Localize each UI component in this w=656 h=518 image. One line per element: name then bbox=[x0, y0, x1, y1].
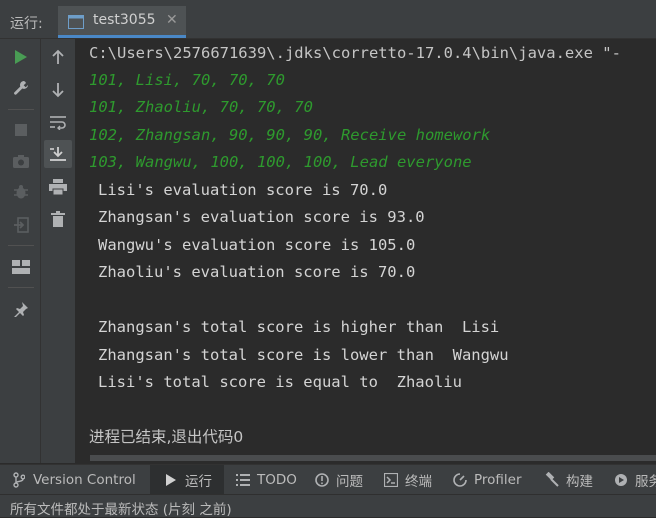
exit-icon[interactable] bbox=[8, 213, 34, 237]
status-message: 所有文件都处于最新状态 (片刻 之前) bbox=[10, 502, 232, 518]
branch-icon bbox=[10, 472, 28, 488]
tab-profiler[interactable]: Profiler bbox=[451, 465, 522, 495]
output-line: Zhangsan's evaluation score is 93.0 bbox=[98, 208, 425, 226]
tab-label: 终端 bbox=[405, 474, 432, 490]
run-toolbar-secondary bbox=[41, 39, 76, 463]
run-window-header: 运行: test3055 ✕ bbox=[0, 6, 656, 39]
exit-message: 进程已结束,退出代码0 bbox=[89, 428, 244, 446]
list-icon bbox=[234, 474, 252, 486]
console-output[interactable]: C:\Users\2576671639\.jdks\corretto-17.0.… bbox=[76, 39, 656, 463]
tab-terminal[interactable]: 终端 bbox=[382, 465, 432, 495]
tab-label: Version Control bbox=[33, 472, 136, 488]
tab-services[interactable]: 服务 bbox=[612, 465, 656, 495]
play-icon bbox=[162, 474, 180, 486]
info-icon bbox=[313, 473, 331, 487]
tab-label: 问题 bbox=[336, 474, 363, 490]
tab-todo[interactable]: TODO bbox=[234, 465, 297, 495]
input-line: 103, Wangwu, 100, 100, 100, Lead everyon… bbox=[89, 153, 472, 171]
tab-build[interactable]: 构建 bbox=[543, 465, 593, 495]
horizontal-scrollbar[interactable] bbox=[90, 455, 656, 461]
run-label: 运行: bbox=[10, 16, 43, 32]
output-line: Wangwu's evaluation score is 105.0 bbox=[98, 236, 416, 254]
trash-icon[interactable] bbox=[45, 207, 71, 231]
pin-icon[interactable] bbox=[8, 297, 34, 321]
tab-problems[interactable]: 问题 bbox=[313, 465, 363, 495]
input-line: 101, Zhaoliu, 70, 70, 70 bbox=[89, 98, 313, 116]
camera-icon[interactable] bbox=[8, 149, 34, 173]
arrow-up-icon[interactable] bbox=[45, 45, 71, 69]
tab-label: TODO bbox=[257, 472, 297, 488]
output-line: Lisi's evaluation score is 70.0 bbox=[98, 181, 388, 199]
wrench-icon[interactable] bbox=[8, 76, 34, 100]
status-bar: 所有文件都处于最新状态 (片刻 之前) bbox=[0, 494, 656, 518]
print-icon[interactable] bbox=[45, 175, 71, 199]
tab-label: 运行 bbox=[185, 474, 212, 490]
run-tab-test3055[interactable]: test3055 ✕ bbox=[58, 6, 186, 38]
profiler-icon bbox=[451, 473, 469, 487]
scroll-to-end-icon[interactable] bbox=[44, 140, 72, 168]
arrow-down-icon[interactable] bbox=[45, 78, 71, 102]
run-toolbar-primary bbox=[0, 39, 41, 463]
services-icon bbox=[612, 473, 630, 487]
tab-label: 服务 bbox=[635, 474, 656, 490]
rerun-icon[interactable] bbox=[8, 45, 34, 69]
tab-run[interactable]: 运行 bbox=[150, 465, 224, 495]
layout-icon[interactable] bbox=[8, 255, 34, 279]
stop-icon[interactable] bbox=[8, 118, 34, 142]
tool-window-bar: Version Control 运行 TODO 问题 终端 Profiler 构… bbox=[0, 464, 656, 495]
output-line: Lisi's total score is equal to Zhaoliu bbox=[98, 373, 462, 391]
tab-version-control[interactable]: Version Control bbox=[10, 465, 144, 495]
terminal-icon bbox=[382, 473, 400, 487]
run-config-icon bbox=[68, 14, 84, 29]
output-line: Zhaoliu's evaluation score is 70.0 bbox=[98, 263, 416, 281]
output-line: Zhangsan's total score is higher than Li… bbox=[98, 318, 500, 336]
input-line: 102, Zhangsan, 90, 90, 90, Receive homew… bbox=[89, 126, 491, 144]
soft-wrap-icon[interactable] bbox=[45, 110, 71, 134]
run-tab-label: test3055 bbox=[93, 12, 156, 28]
input-line: 101, Lisi, 70, 70, 70 bbox=[89, 71, 285, 89]
close-icon[interactable]: ✕ bbox=[166, 12, 178, 28]
debug-bug-icon[interactable] bbox=[8, 180, 34, 204]
tab-label: 构建 bbox=[566, 474, 593, 490]
hammer-icon bbox=[543, 472, 561, 488]
command-line: C:\Users\2576671639\.jdks\corretto-17.0.… bbox=[89, 44, 621, 62]
output-line: Zhangsan's total score is lower than Wan… bbox=[98, 346, 509, 364]
tab-label: Profiler bbox=[474, 472, 522, 488]
